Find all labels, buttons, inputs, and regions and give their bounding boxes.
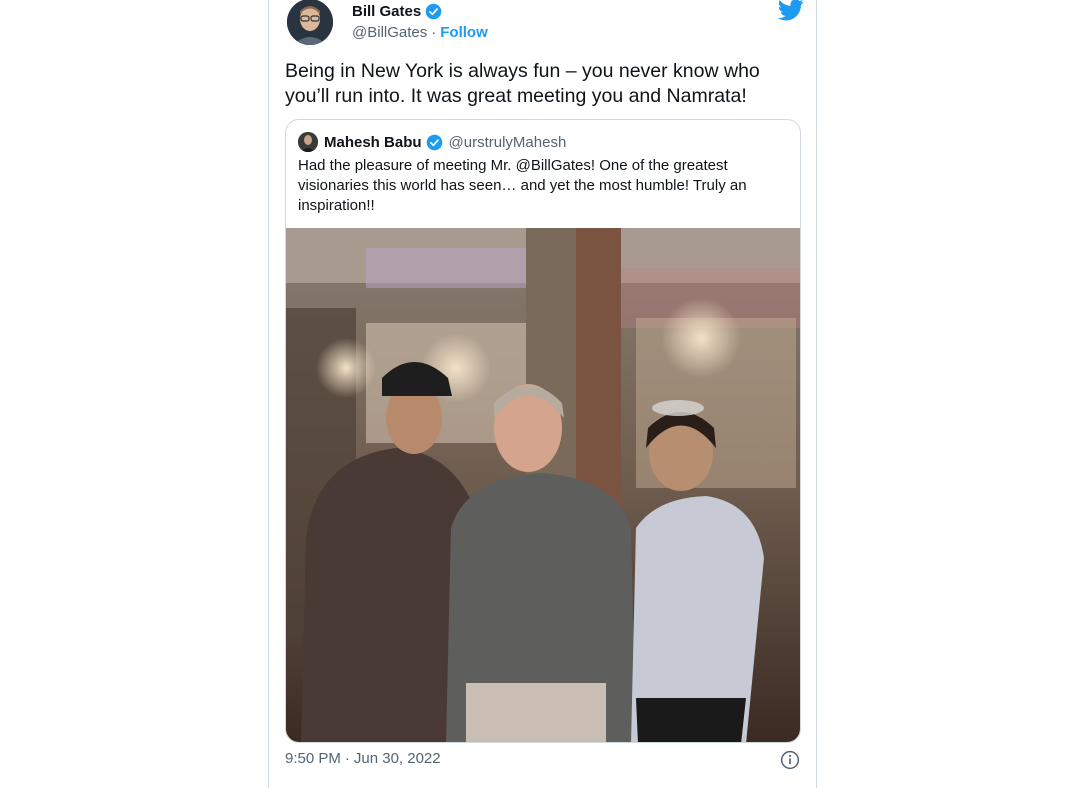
verified-badge-icon: [426, 134, 442, 150]
tweet-date[interactable]: Jun 30, 2022: [354, 750, 441, 767]
info-icon[interactable]: [780, 750, 800, 770]
quoted-tweet-text: Had the pleasure of meeting Mr. @BillGat…: [298, 157, 747, 214]
separator: ·: [431, 24, 437, 41]
tweet-time[interactable]: 9:50 PM: [285, 750, 341, 767]
tweet-card: Bill Gates @BillGates · Follow Being in …: [268, 0, 817, 788]
twitter-bird-icon[interactable]: [778, 0, 804, 21]
tweet-header: Bill Gates @BillGates · Follow: [285, 0, 804, 48]
quoted-author-name: Mahesh Babu: [324, 133, 422, 151]
follow-button[interactable]: Follow: [440, 24, 488, 41]
author-name[interactable]: Bill Gates: [352, 3, 421, 20]
quoted-tweet-photo[interactable]: [286, 228, 801, 743]
separator: ·: [344, 750, 350, 767]
author-handle[interactable]: @BillGates: [352, 24, 427, 41]
author-avatar[interactable]: [287, 0, 333, 45]
quoted-author-avatar: [298, 132, 318, 152]
verified-badge-icon: [425, 3, 442, 20]
quoted-author-handle: @urstrulyMahesh: [448, 133, 567, 151]
tweet-text: Being in New York is always fun – you ne…: [285, 60, 760, 107]
author-handle-row: @BillGates · Follow: [352, 24, 488, 41]
tweet-footer: 9:50 PM · Jun 30, 2022: [285, 750, 441, 767]
quoted-tweet[interactable]: Mahesh Babu @urstrulyMahesh Had the plea…: [285, 119, 801, 743]
author-name-row: Bill Gates: [352, 3, 442, 20]
quoted-author-row: Mahesh Babu @urstrulyMahesh: [298, 132, 566, 152]
